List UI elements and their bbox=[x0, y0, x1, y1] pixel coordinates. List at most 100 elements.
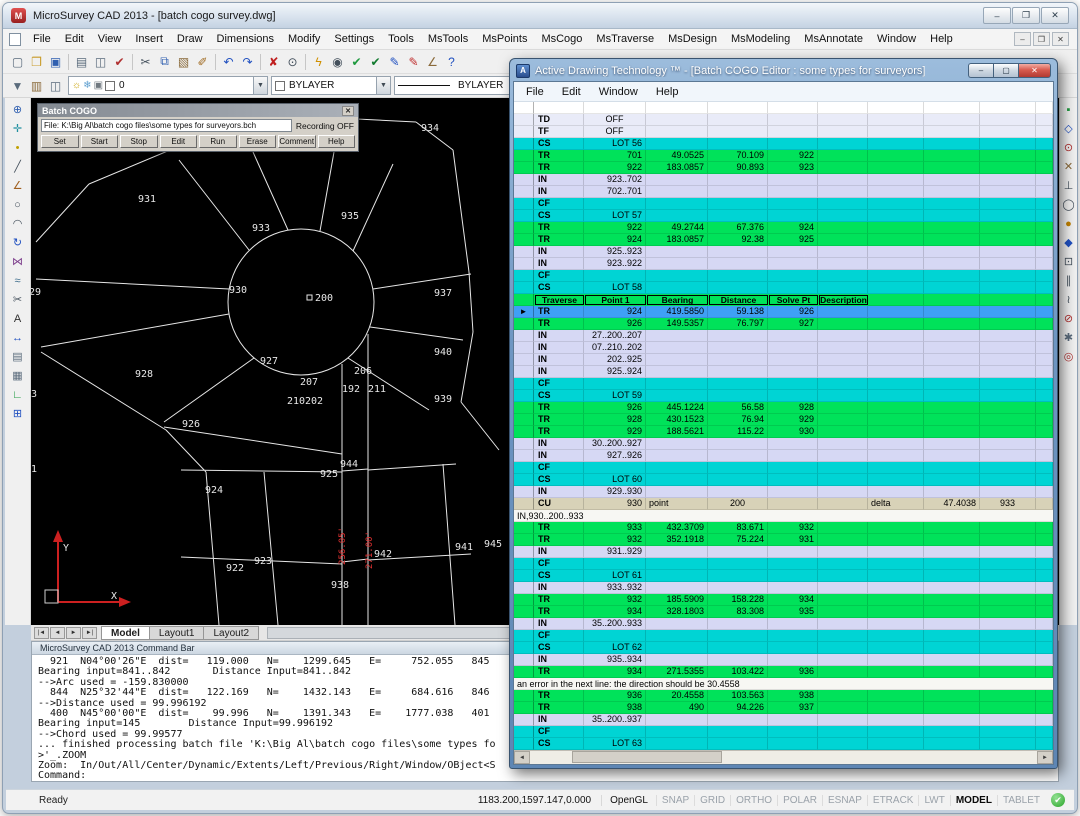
snap-tangent-icon[interactable]: ◯ bbox=[1059, 195, 1079, 214]
grid-row[interactable]: TR928430.152376.94929 bbox=[514, 414, 1053, 426]
menu-mspoints[interactable]: MsPoints bbox=[475, 33, 534, 45]
tab-layout1[interactable]: Layout1 bbox=[149, 626, 205, 640]
menu-window[interactable]: Window bbox=[870, 33, 923, 45]
column-header-distance[interactable]: Distance bbox=[709, 295, 768, 305]
properties-icon[interactable]: ▦ bbox=[8, 366, 28, 385]
grid-row[interactable]: CF bbox=[514, 198, 1053, 210]
scroll-left-icon[interactable]: ◄ bbox=[514, 751, 530, 764]
zoom-in-icon[interactable]: ⊕ bbox=[8, 100, 28, 119]
grid-row[interactable]: IN931..929 bbox=[514, 546, 1053, 558]
redline-pencil-icon[interactable]: ✎ bbox=[404, 52, 423, 71]
batch-set-button[interactable]: Set bbox=[41, 135, 79, 148]
editor-menu-help[interactable]: Help bbox=[647, 86, 688, 98]
mdi-minimize-button[interactable]: – bbox=[1014, 32, 1031, 46]
grid-row[interactable]: IN933..932 bbox=[514, 582, 1053, 594]
editor-menu-window[interactable]: Window bbox=[590, 86, 647, 98]
snap-perpendicular-icon[interactable]: ⊥ bbox=[1059, 176, 1079, 195]
status-model[interactable]: MODEL bbox=[950, 795, 997, 806]
grid-row[interactable]: CF bbox=[514, 378, 1053, 390]
mirror-icon[interactable]: ⋈ bbox=[8, 252, 28, 271]
grid-row[interactable]: IN925..924 bbox=[514, 366, 1053, 378]
batch-comment-button[interactable]: Comment bbox=[278, 135, 316, 148]
column-header-point-1[interactable]: Point 1 bbox=[585, 295, 646, 305]
snap-none-icon[interactable]: ⊘ bbox=[1059, 309, 1079, 328]
batch-stop-button[interactable]: Stop bbox=[120, 135, 158, 148]
snapshot-icon[interactable]: ◉ bbox=[328, 52, 347, 71]
grid-row[interactable]: CF bbox=[514, 462, 1053, 474]
scroll-right-icon[interactable]: ► bbox=[1037, 751, 1053, 764]
draw-order-icon[interactable]: ▼ bbox=[8, 76, 27, 95]
grid-row[interactable]: IN30..200..927 bbox=[514, 438, 1053, 450]
tab-nav-1[interactable]: ◄ bbox=[50, 627, 65, 639]
offset-icon[interactable]: ≈ bbox=[8, 271, 28, 290]
grid-row[interactable]: TR934271.5355103.422936 bbox=[514, 666, 1053, 678]
arc-icon[interactable]: ◠ bbox=[8, 214, 28, 233]
grid-row[interactable]: IN923..702 bbox=[514, 174, 1053, 186]
grid-span-row[interactable]: an error in the next line: the direction… bbox=[514, 678, 1053, 690]
grid-row[interactable]: CSLOT 56 bbox=[514, 138, 1053, 150]
status-polar[interactable]: POLAR bbox=[777, 795, 822, 806]
status-ortho[interactable]: ORTHO bbox=[730, 795, 777, 806]
grid-row[interactable]: IN929..930 bbox=[514, 486, 1053, 498]
editor-menu-edit[interactable]: Edit bbox=[553, 86, 590, 98]
snap-nearest-icon[interactable]: ≀ bbox=[1059, 290, 1079, 309]
explorer-icon[interactable]: ▥ bbox=[27, 76, 46, 95]
undo-icon[interactable]: ↶ bbox=[219, 52, 238, 71]
grid-row[interactable]: IN35..200..933 bbox=[514, 618, 1053, 630]
grid-row[interactable]: TFOFF bbox=[514, 126, 1053, 138]
grid-row[interactable]: ►TR924419.585059.138926 bbox=[514, 306, 1053, 318]
batch-close-icon[interactable]: ✕ bbox=[342, 106, 354, 116]
new-file-icon[interactable]: ▢ bbox=[8, 52, 27, 71]
measure-icon[interactable]: ∠ bbox=[423, 52, 442, 71]
batch-start-button[interactable]: Start bbox=[81, 135, 119, 148]
tab-nav-3[interactable]: ►| bbox=[82, 627, 97, 639]
grid-span-row[interactable]: IN,930..200..933 bbox=[514, 510, 1053, 522]
grid-row[interactable]: CSLOT 58 bbox=[514, 282, 1053, 294]
grid-row[interactable]: TR93620.4558103.563938 bbox=[514, 690, 1053, 702]
restore-button[interactable]: ❐ bbox=[1012, 7, 1040, 24]
menu-tools[interactable]: Tools bbox=[381, 33, 421, 45]
grid-row[interactable]: CF bbox=[514, 558, 1053, 570]
grid-row[interactable]: CF bbox=[514, 270, 1053, 282]
line-icon[interactable]: ╱ bbox=[8, 157, 28, 176]
menu-dimensions[interactable]: Dimensions bbox=[210, 33, 281, 45]
tab-nav-2[interactable]: ► bbox=[66, 627, 81, 639]
chevron-down-icon[interactable]: ▼ bbox=[376, 77, 390, 94]
minimize-button[interactable]: – bbox=[983, 7, 1011, 24]
snap-quadrant-icon[interactable]: ◆ bbox=[1059, 233, 1079, 252]
tab-model[interactable]: Model bbox=[101, 626, 150, 640]
spelling-icon[interactable]: ✔ bbox=[110, 52, 129, 71]
pan-hand-icon[interactable]: ✛ bbox=[8, 119, 28, 138]
grid-row[interactable] bbox=[514, 102, 1053, 114]
grid-row[interactable]: TR933432.370983.671932 bbox=[514, 522, 1053, 534]
snap-settings-icon[interactable]: ✱ bbox=[1059, 328, 1079, 347]
status-snap[interactable]: SNAP bbox=[656, 795, 694, 806]
draw-point-icon[interactable]: • bbox=[8, 138, 28, 157]
grid-row[interactable]: TR932185.5909158.228934 bbox=[514, 594, 1053, 606]
circle-icon[interactable]: ○ bbox=[8, 195, 28, 214]
format-painter-icon[interactable]: ✐ bbox=[193, 52, 212, 71]
grid-row[interactable]: CSLOT 61 bbox=[514, 570, 1053, 582]
trim-icon[interactable]: ✂ bbox=[8, 290, 28, 309]
menu-insert[interactable]: Insert bbox=[128, 33, 170, 45]
snap-intersection-icon[interactable]: ✕ bbox=[1059, 157, 1079, 176]
grid-row[interactable]: TR926149.535776.797927 bbox=[514, 318, 1053, 330]
grid-row[interactable]: CF bbox=[514, 630, 1053, 642]
scrollbar-thumb[interactable] bbox=[572, 751, 722, 763]
grid-row[interactable]: TR932352.191875.224931 bbox=[514, 534, 1053, 546]
grid-row[interactable]: IN35..200..937 bbox=[514, 714, 1053, 726]
column-header-bearing[interactable]: Bearing bbox=[647, 295, 708, 305]
grid-row[interactable]: IN27..200..207 bbox=[514, 330, 1053, 342]
batch-cogo-title-bar[interactable]: Batch COGO ✕ bbox=[38, 104, 358, 117]
snap-parallel-icon[interactable]: ∥ bbox=[1059, 271, 1079, 290]
batch-file-field[interactable]: File: K:\Big Al\batch cogo files\some ty… bbox=[41, 119, 292, 132]
text-icon[interactable]: A bbox=[8, 309, 28, 328]
menu-msdesign[interactable]: MsDesign bbox=[661, 33, 724, 45]
editor-minimize-button[interactable]: – bbox=[968, 63, 993, 78]
editor-menu-file[interactable]: File bbox=[517, 86, 553, 98]
menu-modify[interactable]: Modify bbox=[281, 33, 327, 45]
editor-title-bar[interactable]: A Active Drawing Technology ™ - [Batch C… bbox=[513, 60, 1054, 81]
snap-midpoint-icon[interactable]: ◇ bbox=[1059, 119, 1079, 138]
print-icon[interactable]: ▤ bbox=[72, 52, 91, 71]
open-folder-icon[interactable]: ❒ bbox=[27, 52, 46, 71]
